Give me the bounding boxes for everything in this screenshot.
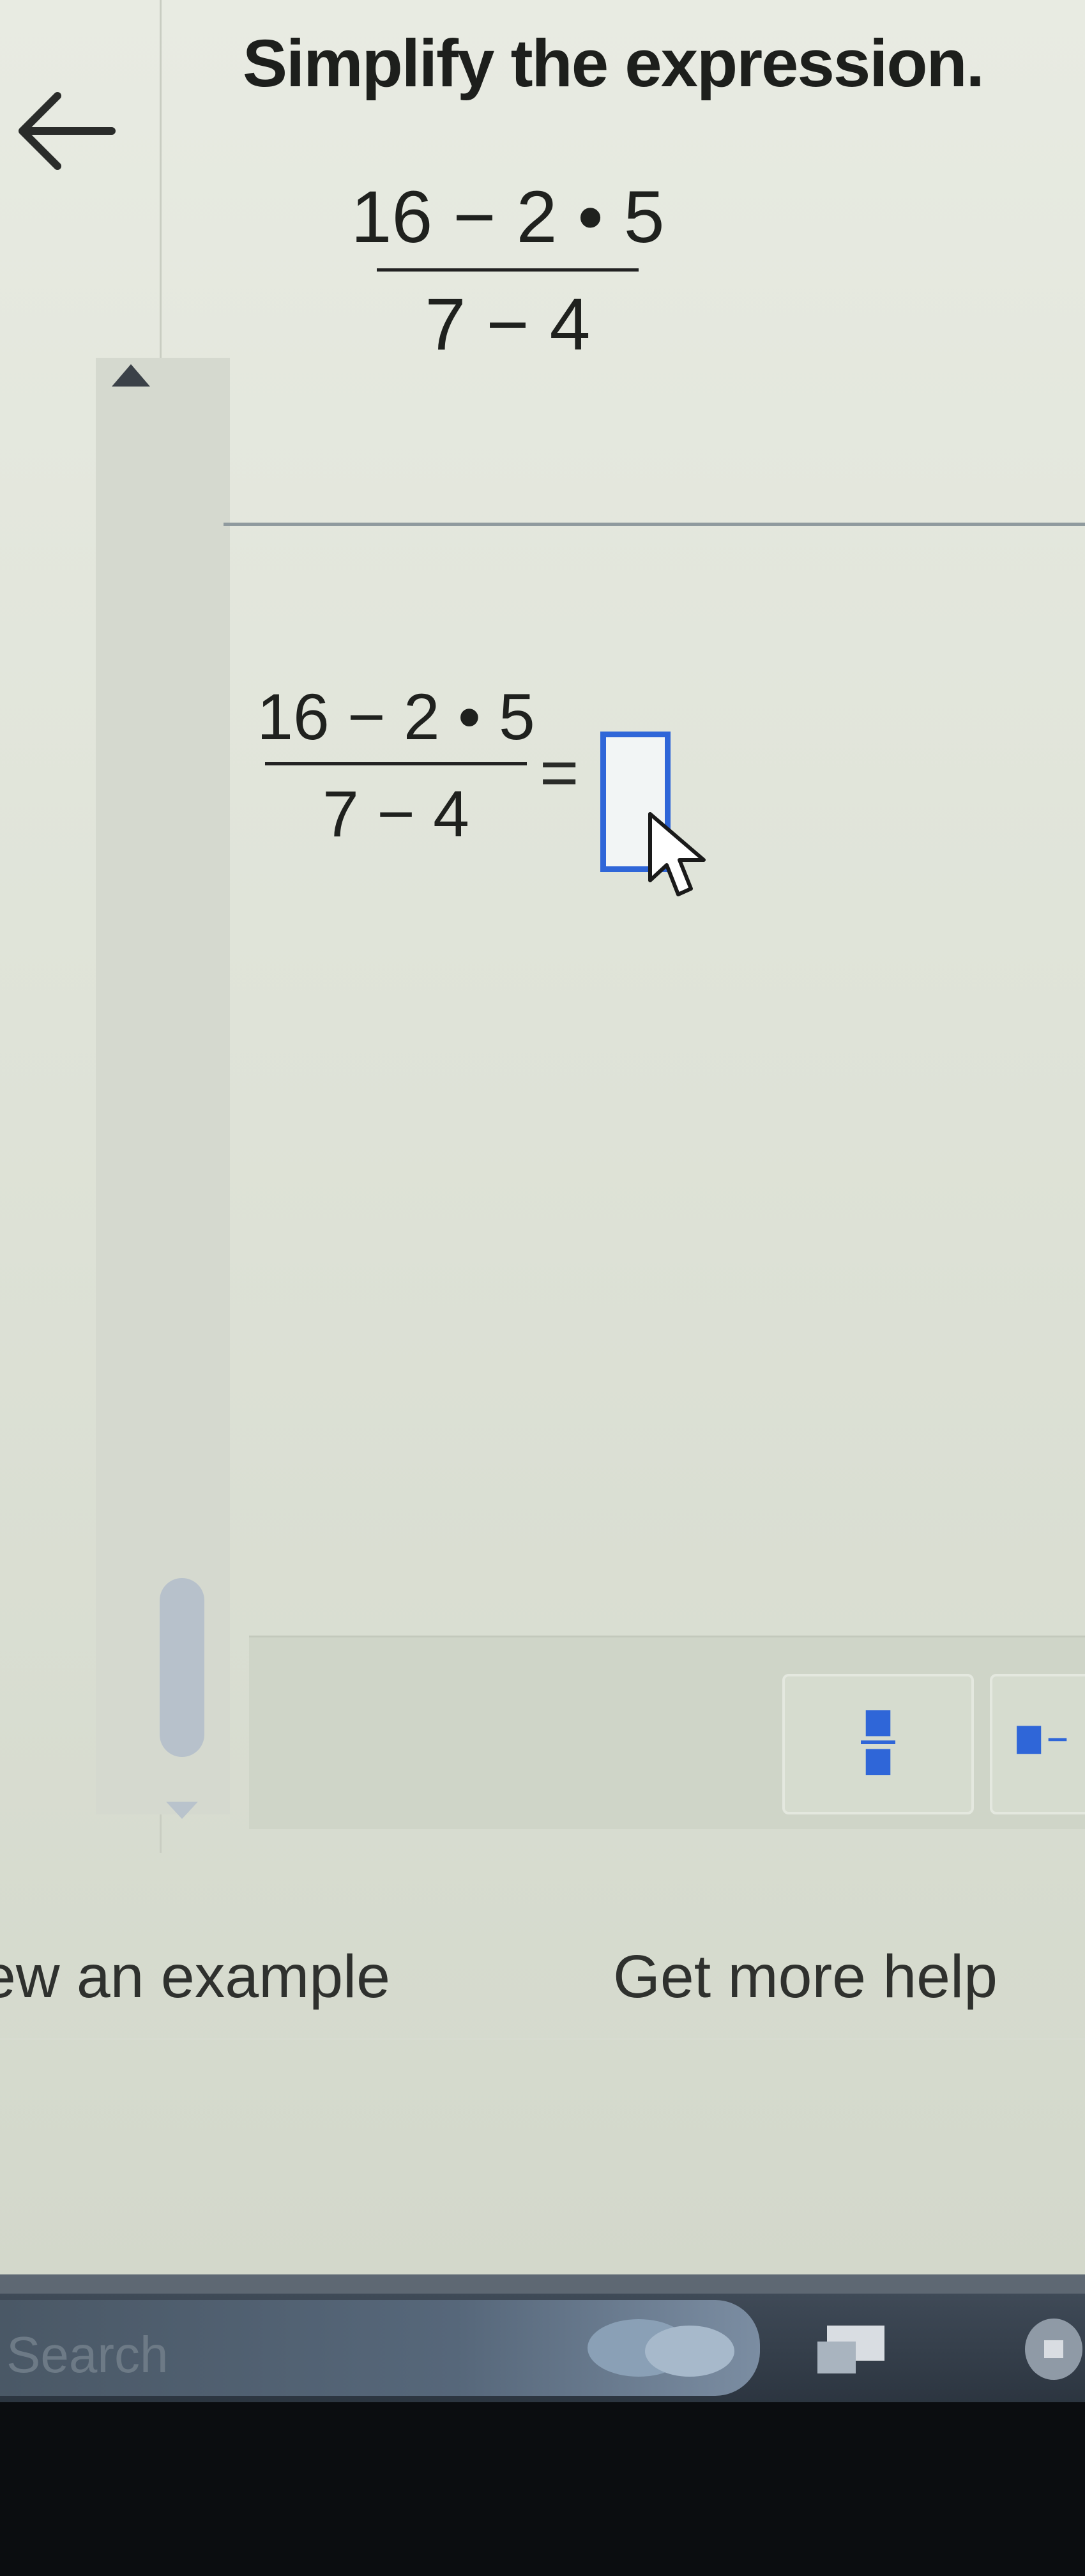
- mouse-pointer-icon: [648, 812, 706, 896]
- task-view-icon[interactable]: [801, 2310, 904, 2386]
- fraction-bar: [377, 268, 639, 272]
- question-expression: 16 − 2 • 5 7 − 4: [351, 172, 664, 366]
- mixed-number-button[interactable]: [990, 1674, 1085, 1814]
- scroll-up-icon[interactable]: [109, 361, 153, 390]
- answer-denominator: 7 − 4: [322, 778, 469, 850]
- question-title: Simplify the expression.: [243, 26, 985, 101]
- scrollbar-thumb[interactable]: [160, 1578, 204, 1757]
- mixed-number-icon: [1017, 1726, 1067, 1754]
- back-arrow-icon[interactable]: [10, 89, 118, 172]
- expression-denominator: 7 − 4: [425, 284, 591, 365]
- section-divider: [224, 523, 1085, 526]
- app-icon[interactable]: [983, 2310, 1085, 2389]
- answer-numerator: 16 − 2 • 5: [257, 680, 535, 753]
- fraction-icon: [861, 1710, 895, 1775]
- monitor-bezel: [0, 2402, 1085, 2576]
- expression-numerator: 16 − 2 • 5: [351, 176, 665, 258]
- equals-sign: =: [540, 735, 579, 810]
- taskbar-edge: [0, 2274, 1085, 2294]
- fraction-button[interactable]: [782, 1674, 974, 1814]
- fraction-bar: [265, 762, 527, 765]
- footer-divider: [0, 2038, 1085, 2040]
- view-example-link[interactable]: ew an example: [0, 1942, 390, 2012]
- search-highlight-icon: [588, 2319, 734, 2377]
- taskbar-search-placeholder: Search: [6, 2326, 169, 2383]
- get-more-help-link[interactable]: Get more help: [613, 1942, 998, 2012]
- answer-expression: 16 − 2 • 5 7 − 4: [257, 677, 535, 852]
- scroll-down-icon[interactable]: [163, 1798, 201, 1821]
